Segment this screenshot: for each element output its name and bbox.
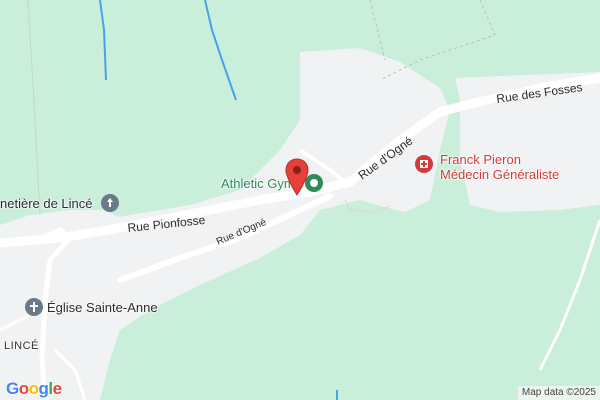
church-cross-icon[interactable] bbox=[25, 298, 43, 316]
path-line bbox=[27, 0, 41, 216]
google-logo: Google bbox=[6, 379, 62, 399]
logo-letter: g bbox=[38, 379, 49, 398]
doctor-name: Franck Pieron bbox=[440, 152, 521, 167]
stream bbox=[99, 0, 107, 81]
poi-label-athletic-gym[interactable]: Athletic Gym bbox=[221, 176, 295, 191]
logo-letter: o bbox=[18, 379, 29, 398]
poi-label-doctor[interactable]: Franck Pieron Médecin Généraliste bbox=[440, 152, 559, 182]
medical-cross-icon[interactable] bbox=[415, 155, 433, 173]
road-east-curve bbox=[538, 219, 600, 371]
poi-label-cemetery[interactable]: netière de Lincé bbox=[0, 196, 93, 211]
poi-label-church[interactable]: Église Sainte-Anne bbox=[47, 300, 158, 315]
stream bbox=[204, 0, 237, 101]
doctor-specialty: Médecin Généraliste bbox=[440, 167, 560, 182]
logo-letter: o bbox=[28, 379, 39, 398]
logo-letter: e bbox=[52, 379, 62, 398]
place-label-village: LINCÉ bbox=[4, 340, 39, 352]
map-canvas[interactable]: Rue des Fosses Rue d'Ogné Rue d'Ogné Rue… bbox=[0, 0, 600, 400]
location-pin-icon[interactable] bbox=[285, 158, 309, 196]
map-attribution[interactable]: Map data ©2025 bbox=[517, 386, 600, 400]
logo-letter: G bbox=[6, 379, 19, 398]
cemetery-icon[interactable] bbox=[101, 194, 119, 212]
